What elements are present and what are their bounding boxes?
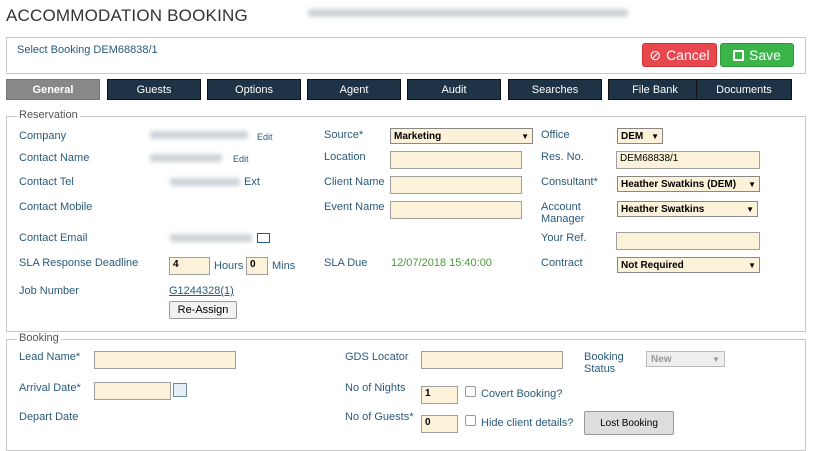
event-name-input[interactable] [390,201,522,219]
save-icon [733,49,745,61]
contact-name-value [150,154,222,162]
hours-label: Hours [214,260,244,272]
gds-locator-input[interactable] [421,351,563,369]
hide-client-checkbox[interactable] [465,415,476,426]
contact-email-label: Contact Email [19,232,88,244]
covert-booking-checkbox[interactable] [465,386,476,397]
lead-name-label: Lead Name* [19,351,81,363]
lost-booking-button[interactable]: Lost Booking [584,411,674,435]
sla-deadline-label: SLA Response Deadline [19,257,139,269]
arrival-date-input[interactable] [94,382,171,400]
sla-due-label: SLA Due [324,257,368,269]
job-number-label: Job Number [19,285,79,297]
contact-tel-value [170,178,240,186]
consultant-label: Consultant* [541,176,598,188]
account-manager-label: Account Manager [541,201,585,225]
cancel-button[interactable]: ⊘ Cancel [642,43,717,67]
tab-options[interactable]: Options [207,79,301,100]
chevron-down-icon: ▼ [712,354,720,364]
save-button[interactable]: Save [720,43,794,67]
contract-select[interactable]: Not Required ▼ [617,257,760,273]
tab-documents[interactable]: Documents [696,79,792,100]
contact-mobile-label: Contact Mobile [19,201,93,213]
guests-input[interactable]: 0 [421,415,458,433]
reassign-button[interactable]: Re-Assign [169,301,237,319]
res-no-input[interactable]: DEM68838/1 [616,151,760,169]
client-name-label: Client Name [324,176,385,188]
event-name-label: Event Name [324,201,385,213]
source-select[interactable]: Marketing ▼ [390,128,533,144]
contact-email-value [170,234,252,242]
tab-general[interactable]: General [6,79,100,100]
sla-due-value: 12/07/2018 15:40:00 [391,257,492,269]
nights-input[interactable]: 1 [421,386,458,404]
consultant-select[interactable]: Heather Swatkins (DEM) ▼ [617,176,760,192]
client-name-input[interactable] [390,176,522,194]
nights-label: No of Nights [345,382,406,394]
your-ref-input[interactable] [616,232,760,250]
redacted-header-info [308,9,628,17]
sla-hours-input[interactable]: 4 [169,257,210,275]
company-edit-link[interactable]: Edit [257,132,273,142]
lead-name-input[interactable] [94,351,236,369]
gds-locator-label: GDS Locator [345,351,409,363]
contract-label: Contract [541,257,583,269]
source-label: Source* [324,129,364,141]
chevron-down-icon: ▼ [748,260,756,270]
company-label: Company [19,130,67,142]
tab-agent[interactable]: Agent [307,79,401,100]
guests-label: No of Guests* [345,411,414,423]
depart-date-label: Depart Date [19,411,79,423]
job-number-link[interactable]: G1244328(1) [169,285,234,297]
chevron-down-icon: ▼ [746,204,754,214]
tab-searches[interactable]: Searches [508,79,602,100]
contact-tel-label: Contact Tel [19,176,74,188]
covert-booking-label: Covert Booking? [481,388,563,400]
booking-status-label: Booking Status [584,351,624,375]
contact-name-label: Contact Name [19,152,90,164]
tab-file-bank[interactable]: File Bank [608,79,702,100]
chevron-down-icon: ▼ [521,131,529,141]
calendar-icon[interactable] [173,383,187,397]
location-label: Location [324,151,366,163]
your-ref-label: Your Ref. [541,232,587,244]
envelope-icon[interactable] [257,233,270,243]
select-booking-label[interactable]: Select Booking DEM68838/1 [17,44,158,56]
booking-status-select: New ▼ [646,351,725,367]
reservation-legend: Reservation [17,109,80,121]
tab-guests[interactable]: Guests [107,79,201,100]
company-value [150,131,248,139]
chevron-down-icon: ▼ [651,131,659,141]
cancel-icon: ⊘ [649,46,662,63]
office-label: Office [541,129,570,141]
office-select[interactable]: DEM ▼ [617,128,663,144]
sla-mins-input[interactable]: 0 [246,257,268,275]
contact-name-edit-link[interactable]: Edit [233,154,249,164]
mins-label: Mins [272,260,296,272]
arrival-date-label: Arrival Date* [19,382,81,394]
ext-label: Ext [244,176,260,188]
location-input[interactable] [390,151,522,169]
page-title: ACCOMMODATION BOOKING [6,6,248,25]
res-no-label: Res. No. [541,151,584,163]
reservation-section [6,116,806,332]
tab-audit[interactable]: Audit [407,79,501,100]
hide-client-label: Hide client details? [481,417,574,429]
booking-legend: Booking [17,332,61,344]
account-manager-select[interactable]: Heather Swatkins ▼ [617,201,758,217]
chevron-down-icon: ▼ [748,179,756,189]
